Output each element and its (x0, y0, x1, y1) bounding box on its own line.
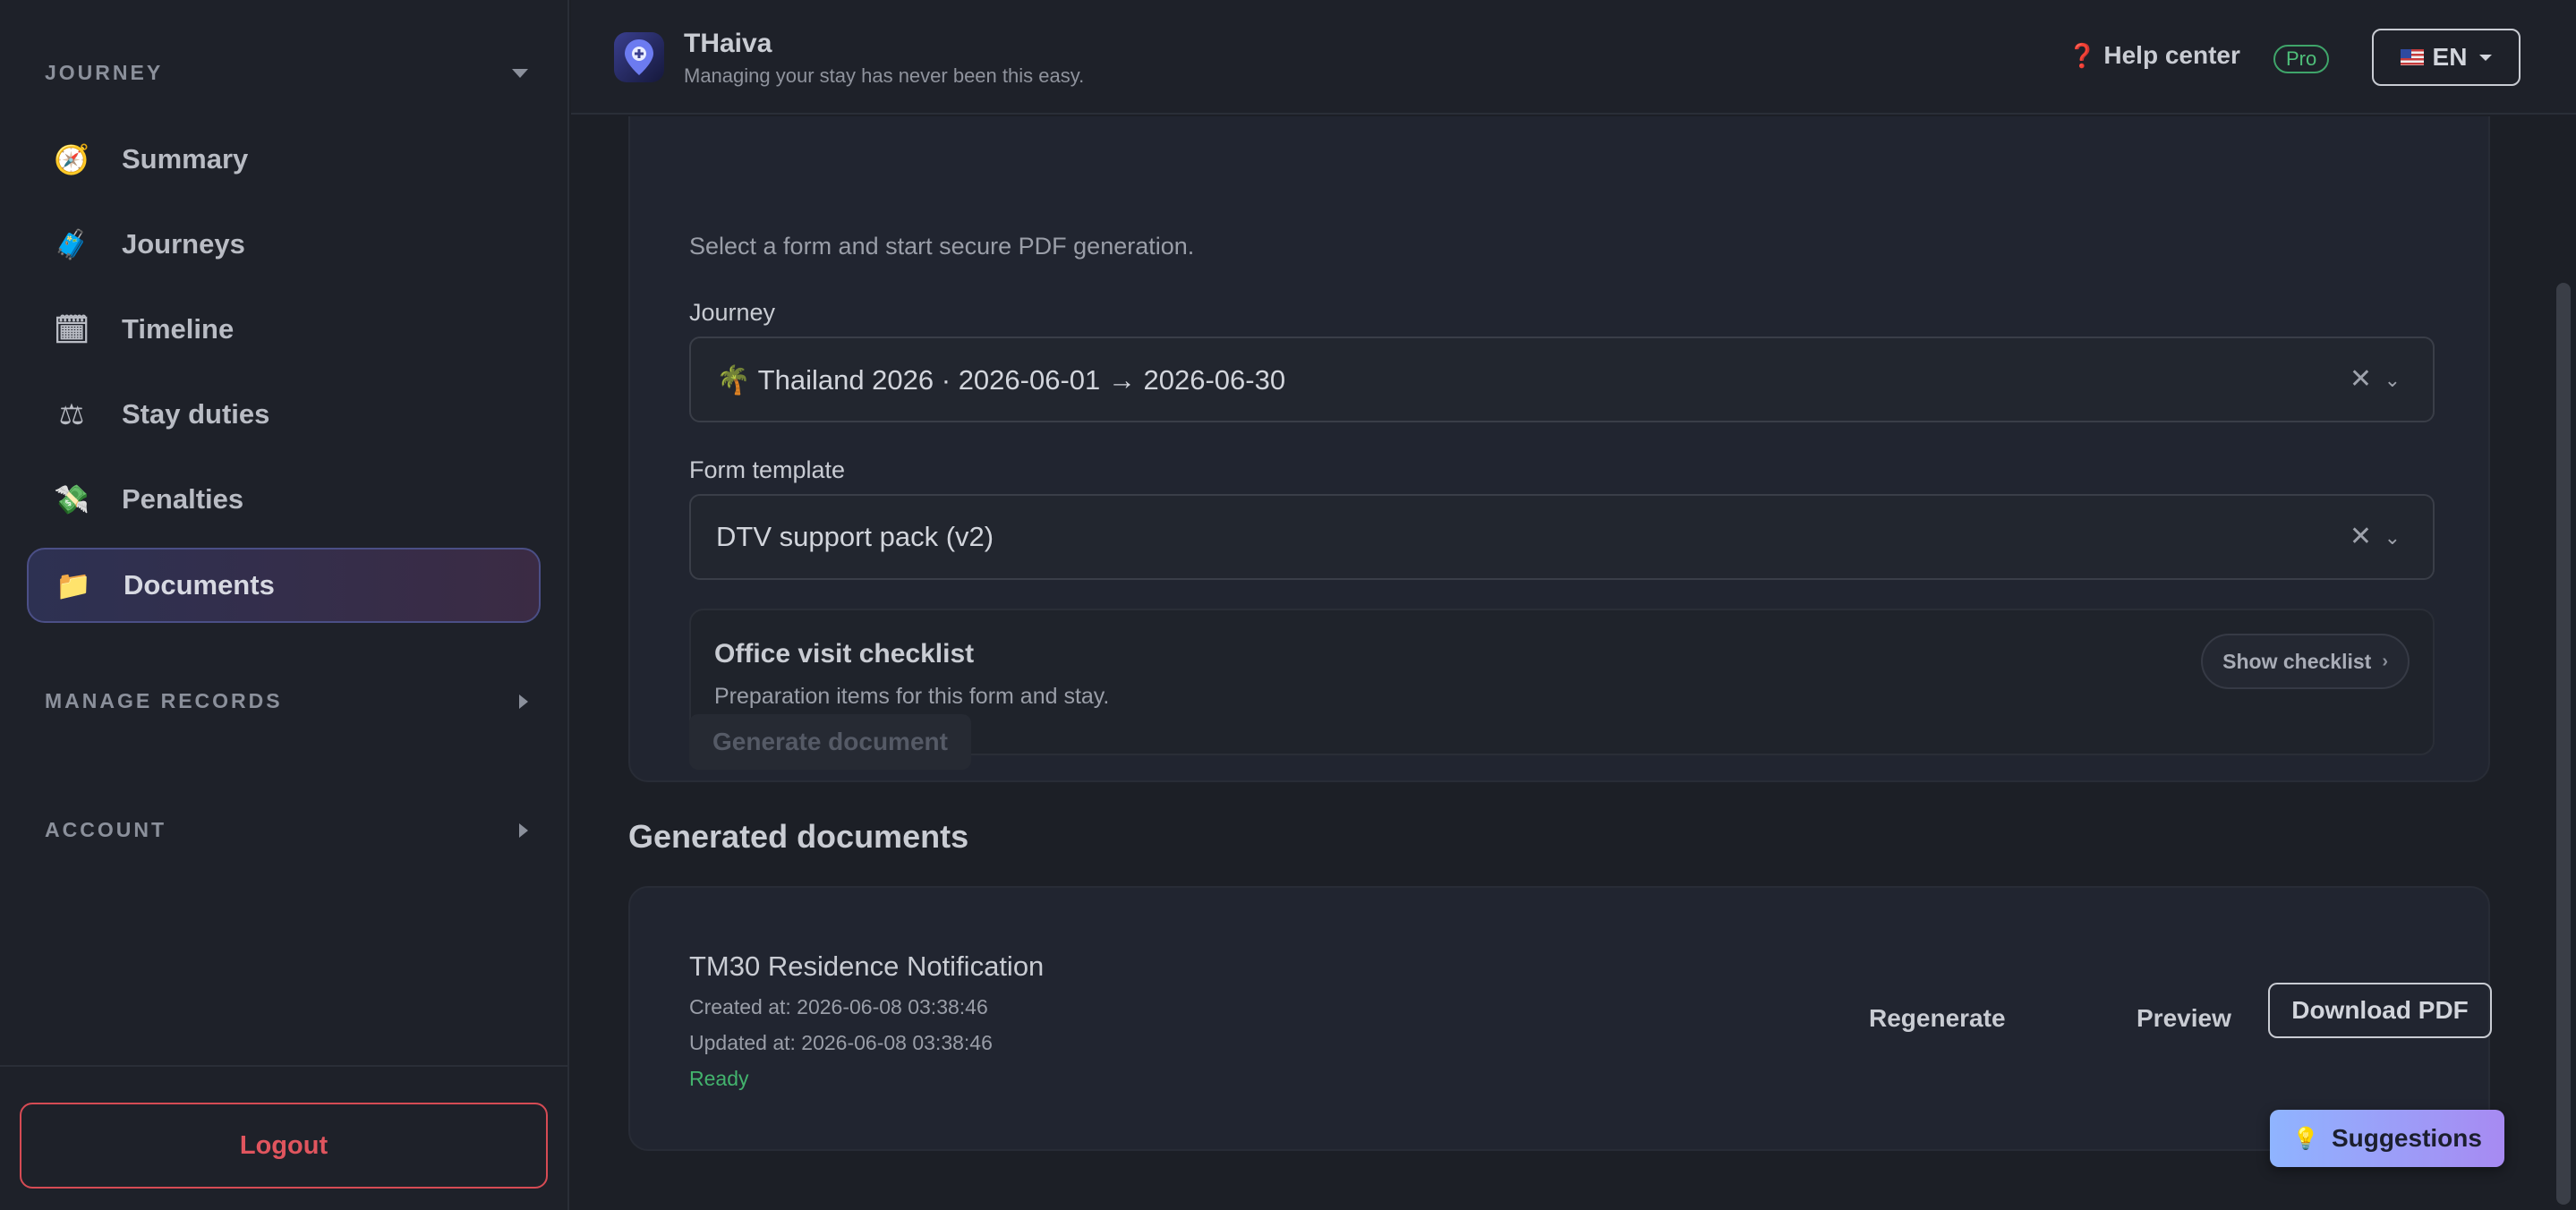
sidebar-item-label: Timeline (122, 313, 235, 345)
chevron-right-icon (519, 822, 528, 838)
form-template-select-value: DTV support pack (v2) (716, 521, 994, 552)
section-journey-label: JOURNEY (45, 61, 164, 84)
chevron-down-icon (2479, 54, 2493, 61)
chevron-right-icon: › (2382, 651, 2388, 671)
sidebar-item-label: Documents (124, 569, 275, 601)
document-name: TM30 Residence Notification (689, 950, 1045, 982)
chevron-down-icon[interactable]: ⌄ (2384, 526, 2401, 550)
compass-icon: 🧭 (54, 143, 90, 175)
pro-badge: Pro (2273, 45, 2330, 73)
journey-select-value: 🌴 Thailand 2026 · 2026-06-01 → 2026-06-3… (716, 363, 1286, 396)
suggestions-button[interactable]: 💡 Suggestions (2270, 1110, 2504, 1167)
help-center-label: Help center (2103, 41, 2240, 69)
app-subtitle: Managing your stay has never been this e… (684, 64, 1085, 87)
generate-document-button[interactable]: Generate document (689, 714, 971, 770)
money-wings-icon: 💸 (54, 483, 90, 516)
form-hint: Select a form and start secure PDF gener… (689, 233, 1195, 260)
lightbulb-icon: 💡 (2292, 1126, 2319, 1151)
calendar-icon: 🗓 (53, 313, 90, 345)
show-checklist-label: Show checklist (2222, 649, 2372, 673)
generated-document-card: TM30 Residence Notification Created at: … (628, 886, 2492, 1151)
suggestions-label: Suggestions (2331, 1124, 2482, 1152)
sidebar-item-label: Penalties (122, 483, 244, 515)
section-manage-records-label: MANAGE RECORDS (45, 689, 283, 712)
download-pdf-button[interactable]: Download PDF (2268, 983, 2492, 1038)
app-title: THaiva (684, 29, 772, 58)
app-logo-icon (614, 32, 664, 82)
checklist-subtitle: Preparation items for this form and stay… (714, 684, 1110, 709)
sidebar: JOURNEY 🧭 Summary 🧳 Journeys 🗓 Timeline … (0, 0, 569, 1210)
top-header: THaiva Managing your stay has never been… (571, 0, 2576, 115)
status-badge: Ready (689, 1067, 749, 1090)
journey-select[interactable]: 🌴 Thailand 2026 · 2026-06-01 → 2026-06-3… (689, 337, 2435, 422)
document-created-at: Created at: 2026-06-08 03:38:46 (689, 995, 988, 1018)
journey-label: Journey (689, 299, 776, 326)
chevron-right-icon (519, 694, 528, 709)
section-account-toggle[interactable]: ACCOUNT (45, 818, 528, 842)
language-selector[interactable]: EN (2372, 29, 2521, 86)
sidebar-item-penalties[interactable]: 💸 Penalties (27, 462, 541, 537)
sidebar-item-documents[interactable]: 📁 Documents (27, 548, 541, 623)
scales-icon: ⚖ (58, 398, 85, 430)
question-icon: ❓ (2068, 41, 2097, 69)
clear-icon[interactable]: ✕ (2350, 521, 2372, 552)
section-account-label: ACCOUNT (45, 818, 166, 841)
generated-documents-title: Generated documents (628, 818, 969, 855)
sidebar-divider (0, 1065, 569, 1067)
help-center-link[interactable]: ❓ Help center (2068, 41, 2240, 70)
form-template-select[interactable]: DTV support pack (v2) ✕ ⌄ (689, 494, 2435, 580)
main-content: Select a form and start secure PDF gener… (571, 116, 2549, 1210)
sidebar-item-label: Journeys (122, 228, 245, 260)
language-label: EN (2432, 43, 2468, 71)
section-journey-toggle[interactable]: JOURNEY (45, 61, 528, 85)
show-checklist-button[interactable]: Show checklist › (2201, 634, 2410, 689)
form-card: Select a form and start secure PDF gener… (628, 116, 2490, 782)
chevron-down-icon (512, 68, 528, 78)
sidebar-item-timeline[interactable]: 🗓 Timeline (27, 292, 541, 367)
regenerate-button[interactable]: Regenerate (1869, 1004, 2006, 1033)
sidebar-item-label: Stay duties (122, 398, 270, 430)
sidebar-item-journeys[interactable]: 🧳 Journeys (27, 207, 541, 282)
chevron-down-icon[interactable]: ⌄ (2384, 369, 2401, 392)
clear-icon[interactable]: ✕ (2350, 363, 2372, 395)
document-updated-at: Updated at: 2026-06-08 03:38:46 (689, 1031, 993, 1054)
scrollbar-thumb[interactable] (2556, 283, 2571, 1205)
logout-button[interactable]: Logout (20, 1103, 548, 1189)
us-flag-icon (2400, 49, 2424, 65)
sidebar-item-summary[interactable]: 🧭 Summary (27, 122, 541, 197)
luggage-icon: 🧳 (54, 228, 90, 260)
checklist-title: Office visit checklist (714, 639, 975, 669)
folder-icon: 📁 (55, 569, 91, 601)
section-manage-records-toggle[interactable]: MANAGE RECORDS (45, 689, 528, 713)
sidebar-item-label: Summary (122, 143, 249, 175)
form-template-label: Form template (689, 456, 846, 483)
preview-button[interactable]: Preview (2137, 1004, 2231, 1033)
sidebar-item-stay-duties[interactable]: ⚖ Stay duties (27, 377, 541, 452)
